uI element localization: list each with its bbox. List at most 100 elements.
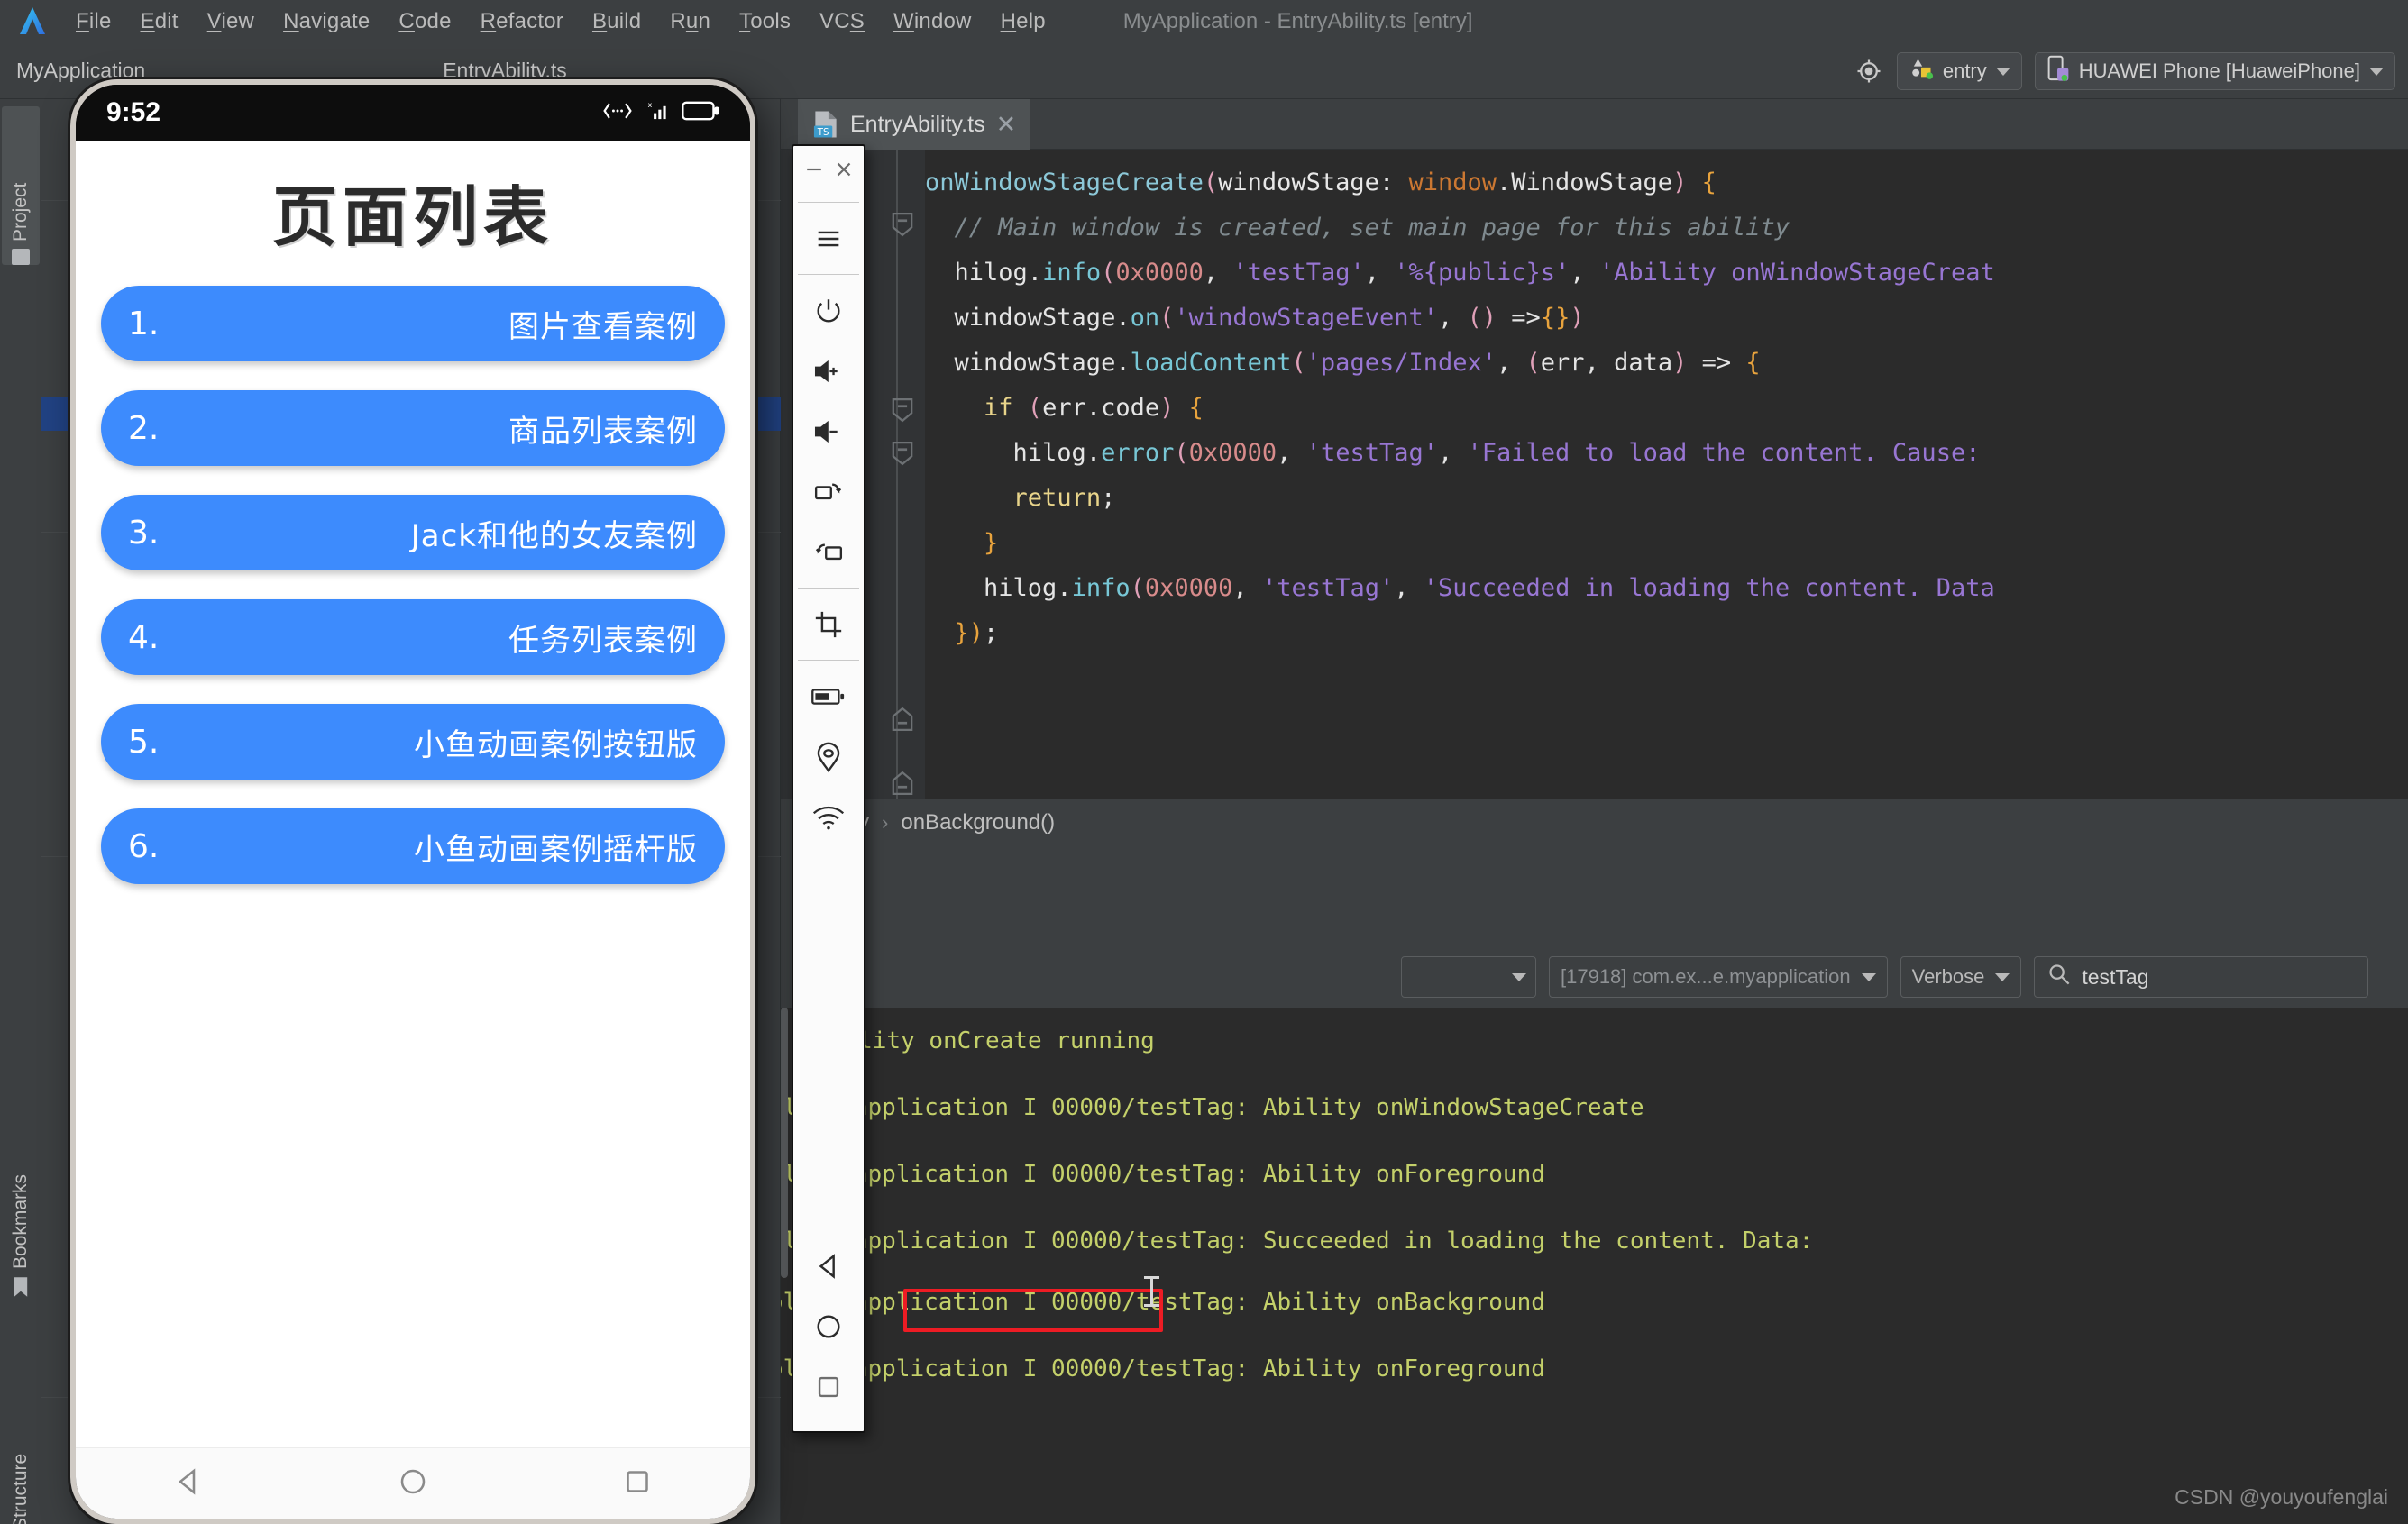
editor-console-gap [781,847,2408,946]
logcat-level-label: Verbose [1911,965,1985,988]
code-text[interactable]: onWindowStageCreate(windowStage: window.… [925,150,2408,799]
code-line: if (err.code) { [984,394,1204,422]
code-line: onWindowStageCreate(windowStage: window.… [925,169,1717,196]
chevron-down-icon[interactable] [1861,972,1876,981]
menu-item-view[interactable]: View [193,0,269,43]
menu-item-edit[interactable]: Edit [126,0,193,43]
sidebar-item-structure[interactable]: Structure [2,1350,40,1524]
page-button-2[interactable]: 2. 商品列表案例 [101,390,725,466]
page-button-1[interactable]: 1. 图片查看案例 [101,286,725,361]
page-button-4[interactable]: 4. 任务列表案例 [101,599,725,675]
wifi-icon[interactable] [792,787,865,847]
page-button-label: 任务列表案例 [508,622,698,659]
rotate-left-icon[interactable] [792,522,865,582]
logcat-search-input[interactable]: testTag [2034,956,2368,998]
back-icon[interactable] [172,1465,205,1502]
chevron-right-icon: › [882,811,889,834]
emulator-control-toolbar[interactable] [792,144,865,1433]
page-button-label: 小鱼动画案例按钮版 [414,726,698,763]
fold-marker-icon[interactable] [887,209,918,240]
code-line: } [925,529,999,557]
screenshot-icon[interactable] [792,594,865,654]
logcat-process-label: [17918] com.ex...e.myapplication [1561,965,1851,988]
phone-icon [2046,55,2070,87]
recents-icon[interactable] [621,1465,654,1502]
fold-marker-icon[interactable] [887,438,918,469]
recents-icon[interactable] [792,1356,865,1417]
code-editor[interactable]: onWindowStageCreate(windowStage: window.… [781,150,2408,799]
logcat-device-dropdown[interactable] [1401,956,1536,998]
menu-item-help[interactable]: Help [986,0,1060,43]
close-icon[interactable]: ✕ [996,112,1017,137]
device-selector[interactable]: HUAWEI Phone [HuaweiPhone] [2034,52,2395,90]
tab-entryability[interactable]: TS EntryAbility.ts ✕ [798,99,1031,150]
page-button-number: 1. [128,305,160,342]
volume-down-icon[interactable] [792,401,865,461]
sidebar-item-label: Structure [10,1453,31,1524]
logcat-console[interactable]: I 00/testTag: Ability onCreate runningn.… [781,1008,2408,1524]
logcat-level-dropdown[interactable]: Verbose [1900,956,2022,998]
module-icon [1909,56,1934,87]
code-line: }); [925,619,999,647]
page-button-number: 3. [128,514,160,552]
breadcrumb[interactable]: Ability › onBackground() [781,799,2408,847]
tab-label: EntryAbility.ts [850,111,985,137]
device-mirror-window[interactable]: 9:52 x 页面列表 1. 图片查看案例 2. 商品列表案例 3. Jack和… [70,79,755,1524]
target-icon[interactable] [1854,56,1884,87]
phone-status-bar: 9:52 x [76,85,750,141]
fold-marker-icon[interactable] [887,768,918,799]
power-icon[interactable] [792,280,865,341]
page-button-list: 1. 图片查看案例 2. 商品列表案例 3. Jack和他的女友案例 4. 任务列表案例 5. 小… [76,286,750,884]
code-line: windowStage.on('windowStageEvent', () =>… [925,304,1585,332]
fold-marker-icon[interactable] [887,704,918,735]
run-configuration-selector[interactable]: entry [1896,52,2022,90]
chevron-down-icon[interactable] [1512,972,1526,981]
chevron-down-icon[interactable] [1995,67,2010,76]
chevron-down-icon[interactable] [1995,972,2010,981]
home-icon[interactable] [792,1296,865,1356]
minimize-icon[interactable] [802,158,826,186]
folder-icon [12,249,30,265]
menu-item-build[interactable]: Build [578,0,655,43]
menu-item-window[interactable]: Window [879,0,986,43]
back-icon[interactable] [792,1236,865,1296]
menu-icon[interactable] [792,208,865,269]
phone-screen[interactable]: 页面列表 1. 图片查看案例 2. 商品列表案例 3. Jack和他的女友案例 4. 任务列表… [76,141,750,1458]
page-button-5[interactable]: 5. 小鱼动画案例按钮版 [101,704,725,780]
chevron-down-icon[interactable] [2369,67,2384,76]
location-icon[interactable] [792,726,865,787]
menu-item-run[interactable]: Run [655,0,725,43]
volume-up-icon[interactable] [792,341,865,401]
bookmark-icon [10,1276,32,1298]
fold-marker-icon[interactable] [887,395,918,425]
sidebar-item-project[interactable]: Project [2,106,40,265]
menu-item-tools[interactable]: Tools [725,0,805,43]
logcat-process-dropdown[interactable]: [17918] com.ex...e.myapplication [1549,956,1888,998]
menu-item-code[interactable]: Code [384,0,465,43]
menu-item-refactor[interactable]: Refactor [466,0,578,43]
page-title: 页面列表 [271,179,554,255]
page-button-label: 小鱼动画案例摇杆版 [414,831,698,868]
battery-icon[interactable] [792,666,865,726]
search-icon[interactable] [2047,963,2071,991]
page-button-number: 5. [128,723,160,761]
menu-item-file[interactable]: File [61,0,126,43]
breadcrumb-item-1[interactable]: onBackground() [901,810,1055,835]
page-button-6[interactable]: 6. 小鱼动画案例摇杆版 [101,808,725,884]
phone-navigation-bar[interactable] [76,1447,750,1519]
sidebar-item-bookmarks[interactable]: Bookmarks [2,1081,40,1298]
log-line: n.eole.myapplication I 00000/testTag: Su… [781,1227,1814,1255]
code-line: hilog.info(0x0000, 'testTag', '%{public}… [925,259,1995,287]
home-icon[interactable] [397,1465,429,1502]
run-config-label: entry [1942,59,1987,82]
close-icon[interactable] [832,158,856,186]
page-button-label: 商品列表案例 [508,413,698,450]
menu-item-navigate[interactable]: Navigate [269,0,384,43]
code-line: // Main window is created, set main page… [925,214,1790,242]
page-button-3[interactable]: 3. Jack和他的女友案例 [101,495,725,570]
text-cursor-icon [1144,1276,1159,1307]
rotate-right-icon[interactable] [792,461,865,522]
menu-item-vcs[interactable]: VCS [805,0,879,43]
console-scrollbar[interactable] [781,1008,788,1278]
device-label: HUAWEI Phone [HuaweiPhone] [2078,59,2360,82]
